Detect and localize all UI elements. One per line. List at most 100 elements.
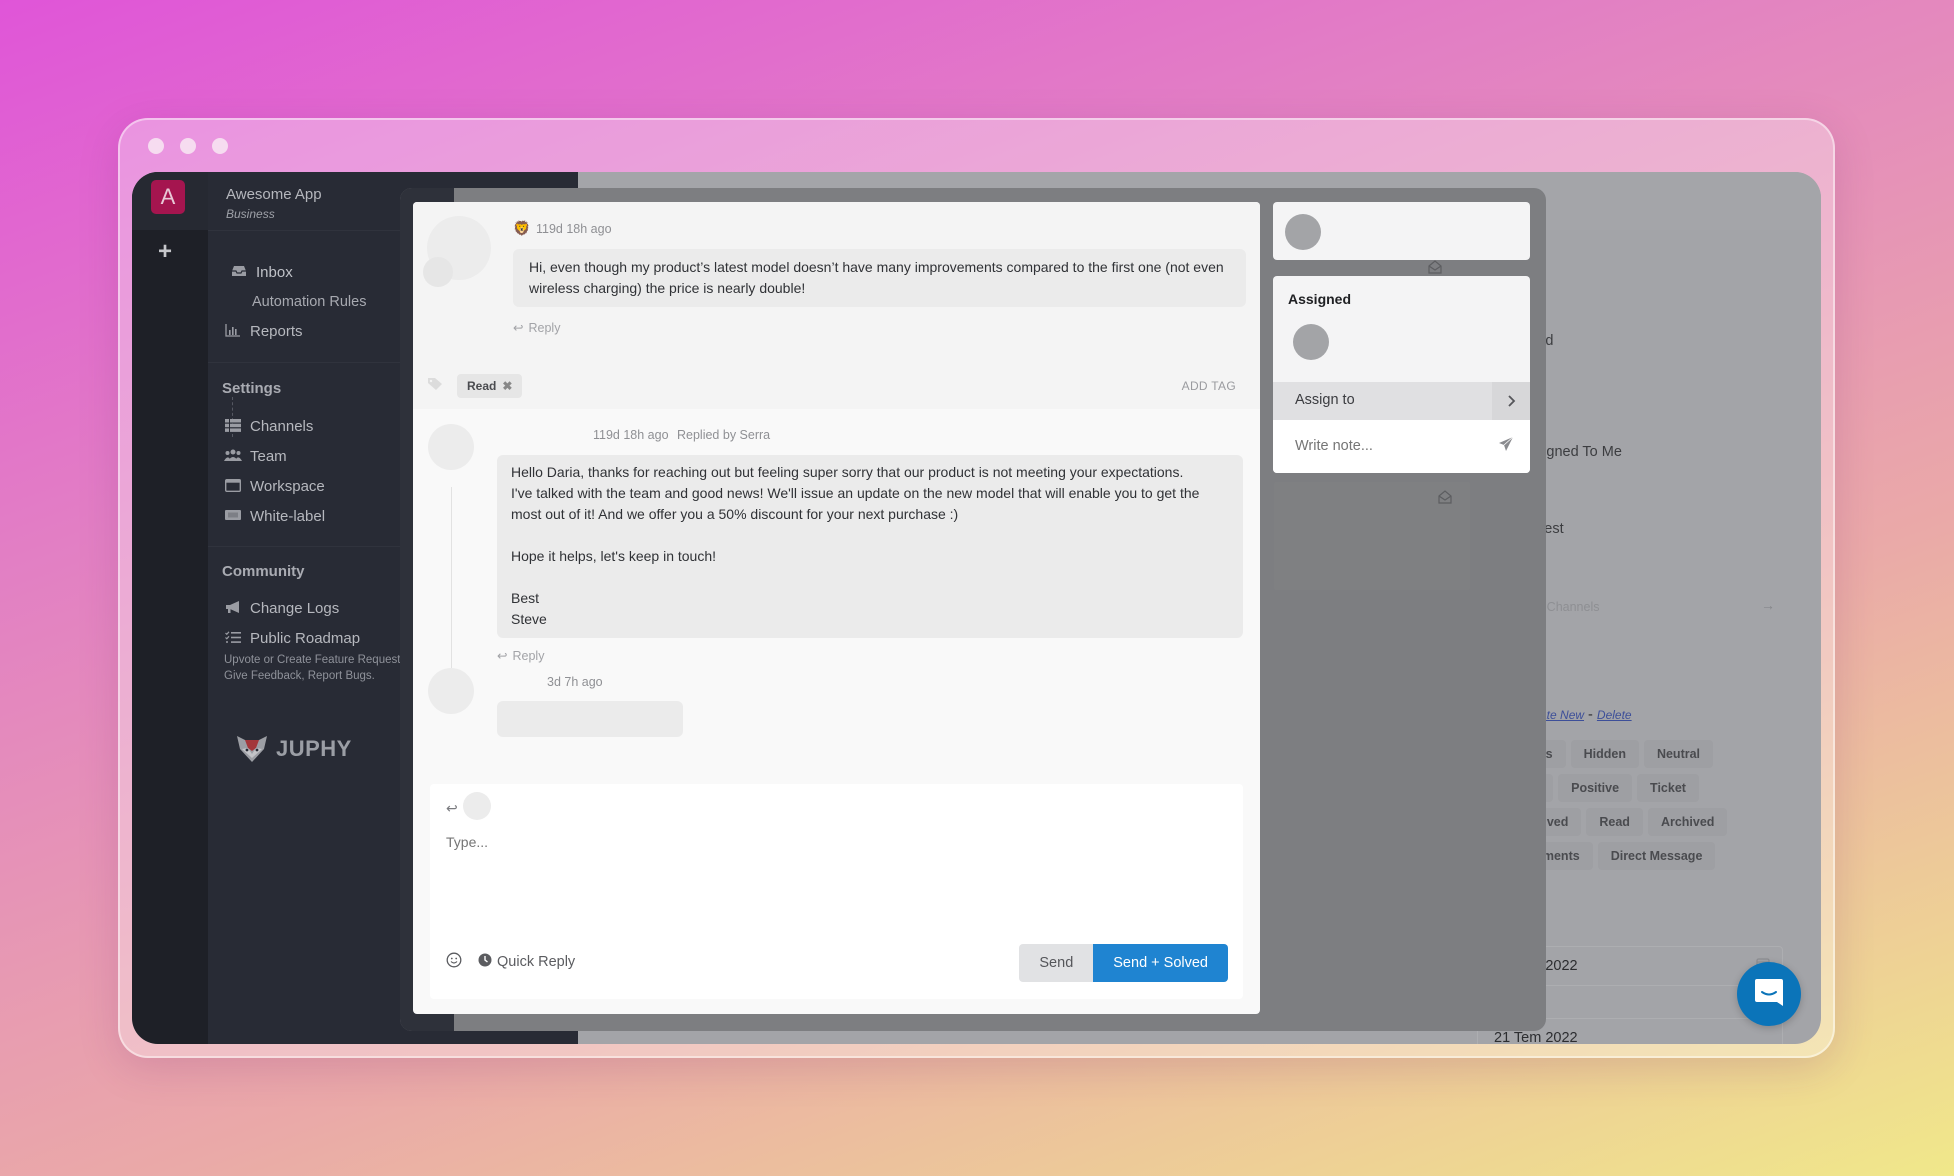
to-date-value: 21 Tem 2022 [1494,1030,1578,1044]
thread-line [451,487,452,687]
message-bubble-empty [497,701,683,737]
message-tag-row: Read ✖ ADD TAG [413,364,1260,410]
window-minimize-dot[interactable] [180,138,196,154]
paper-plane-icon[interactable] [1498,436,1514,457]
tag-chip[interactable]: Hidden [1570,740,1639,768]
tag-chip[interactable]: Ticket [1637,774,1699,802]
tag-chip[interactable]: Read [1586,808,1643,836]
sidebar-item-white-label[interactable]: White-label [224,508,325,525]
send-and-solved-button[interactable]: Send + Solved [1093,944,1228,982]
channel-badge [423,257,453,287]
message-line: most out of it! And we offer you a 50% d… [511,506,959,522]
conversation-modal: 🦁 119d 18h ago Hi, even though my produc… [413,202,1260,1014]
assign-popover: Assigned Assign to [1273,276,1530,473]
emoji-icon[interactable] [446,952,462,972]
window-icon [224,478,242,495]
reply-icon: ↩ [497,649,508,663]
tag-chip-read: Read ✖ [457,374,523,398]
sidebar-item-public-roadmap[interactable]: Public Roadmap [224,630,360,647]
message-line: Hello Daria, thanks for reaching out but… [511,464,1184,480]
sidebar-item-team[interactable]: Team [224,448,287,465]
sidebar-item-label: Inbox [256,264,293,281]
remove-tag-icon[interactable]: ✖ [502,379,512,393]
sidebar-item-label: Team [250,448,287,465]
quick-reply-button[interactable]: Quick Reply [478,953,575,971]
message-timestamp: 119d 18h ago [593,428,669,442]
sidebar-item-reports[interactable]: Reports [224,323,303,340]
write-note-input[interactable] [1285,430,1485,462]
message-bubble: Hello Daria, thanks for reaching out but… [497,455,1243,638]
arrow-right-icon[interactable]: → [1761,597,1775,613]
workspace-rail: A + [132,172,208,1044]
delete-tag-link[interactable]: Delete [1597,708,1632,722]
avatar [428,424,474,470]
sidebar-item-label: Channels [250,418,314,435]
note-input-row [1273,420,1530,473]
reply-composer: ↩ Quick Reply Send Send + Solved [430,784,1243,999]
message-line: Steve [511,611,547,627]
add-workspace-icon[interactable]: + [158,238,172,266]
bar-chart-icon [224,323,242,340]
message-timestamp: 3d 7h ago [547,675,603,689]
workspace-avatar[interactable]: A [151,180,185,214]
add-tag-button[interactable]: ADD TAG [1182,379,1236,393]
envelope-open-icon [1428,260,1442,277]
window-close-dot[interactable] [148,138,164,154]
sidebar-item-channels[interactable]: Channels [224,418,313,435]
app-name: Awesome App [226,186,322,203]
message-bubble: Hi, even though my product’s latest mode… [513,249,1246,307]
tag-chip[interactable]: Neutral [1643,740,1714,768]
tag-chip[interactable]: Direct Message [1597,842,1716,870]
reply-arrow-icon: ↩ [446,800,458,816]
replied-by-label: Replied by Serra [677,428,771,442]
chat-bubble-icon [1753,976,1785,1013]
chevron-right-icon[interactable] [1492,382,1530,420]
tasks-icon [224,630,242,647]
juphy-logo: JUPHY [236,735,352,763]
brand-name: JUPHY [276,736,352,761]
app-plan: Business [226,207,275,221]
sidebar-item-label: Workspace [250,478,325,495]
sidebar-item-label: Reports [250,323,303,340]
reply-button[interactable]: ↩ Reply [513,320,561,336]
app-brand: Awesome App Business [226,186,322,221]
reply-icon: ↩ [513,321,524,335]
settings-heading: Settings [222,380,282,397]
quick-reply-label: Quick Reply [497,954,576,970]
message-line: I've talked with the team and good news!… [511,485,1200,501]
envelope-open-icon [1438,490,1452,507]
recipient-avatar [463,792,491,820]
inbox-icon [230,265,248,280]
sidebar-item-change-logs[interactable]: Change Logs [224,600,339,617]
assign-to-label: Assign to [1295,392,1355,408]
roadmap-note: Upvote or Create Feature Requests, Give … [224,652,409,684]
support-chat-button[interactable] [1737,962,1801,1026]
send-button[interactable]: Send [1019,944,1094,982]
contact-card [1273,202,1530,260]
assign-to-button[interactable]: Assign to [1273,382,1530,420]
fox-logo-icon [236,735,268,763]
window-controls [148,138,228,154]
assignee-avatar[interactable] [1293,324,1329,360]
clock-icon [478,953,492,971]
sidebar-item-automation-rules[interactable]: Automation Rules [252,294,366,310]
sidebar-item-inbox[interactable]: Inbox [230,264,293,281]
table-list-icon [224,418,242,435]
message-customer: 🦁 119d 18h ago Hi, even though my produc… [413,202,1260,409]
window-maximize-dot[interactable] [212,138,228,154]
message-line: Best [511,590,540,606]
reply-label: Reply [528,320,561,335]
megaphone-icon [224,600,242,617]
reply-textarea[interactable] [440,828,1230,928]
tag-chip[interactable]: Archived [1647,808,1728,836]
message-line: Hope it helps, let's keep in touch! [511,548,717,564]
tag-icon [427,377,443,394]
sidebar-item-workspace[interactable]: Workspace [224,478,325,495]
contact-avatar [1285,214,1321,250]
users-icon [224,449,242,464]
conversation-list-item-dimmed [1274,482,1470,590]
lion-emoji-icon: 🦁 [513,220,531,236]
reply-button[interactable]: ↩ Reply [497,648,544,664]
message-timestamp: 119d 18h ago [536,222,612,236]
tag-chip[interactable]: Positive [1558,774,1633,802]
